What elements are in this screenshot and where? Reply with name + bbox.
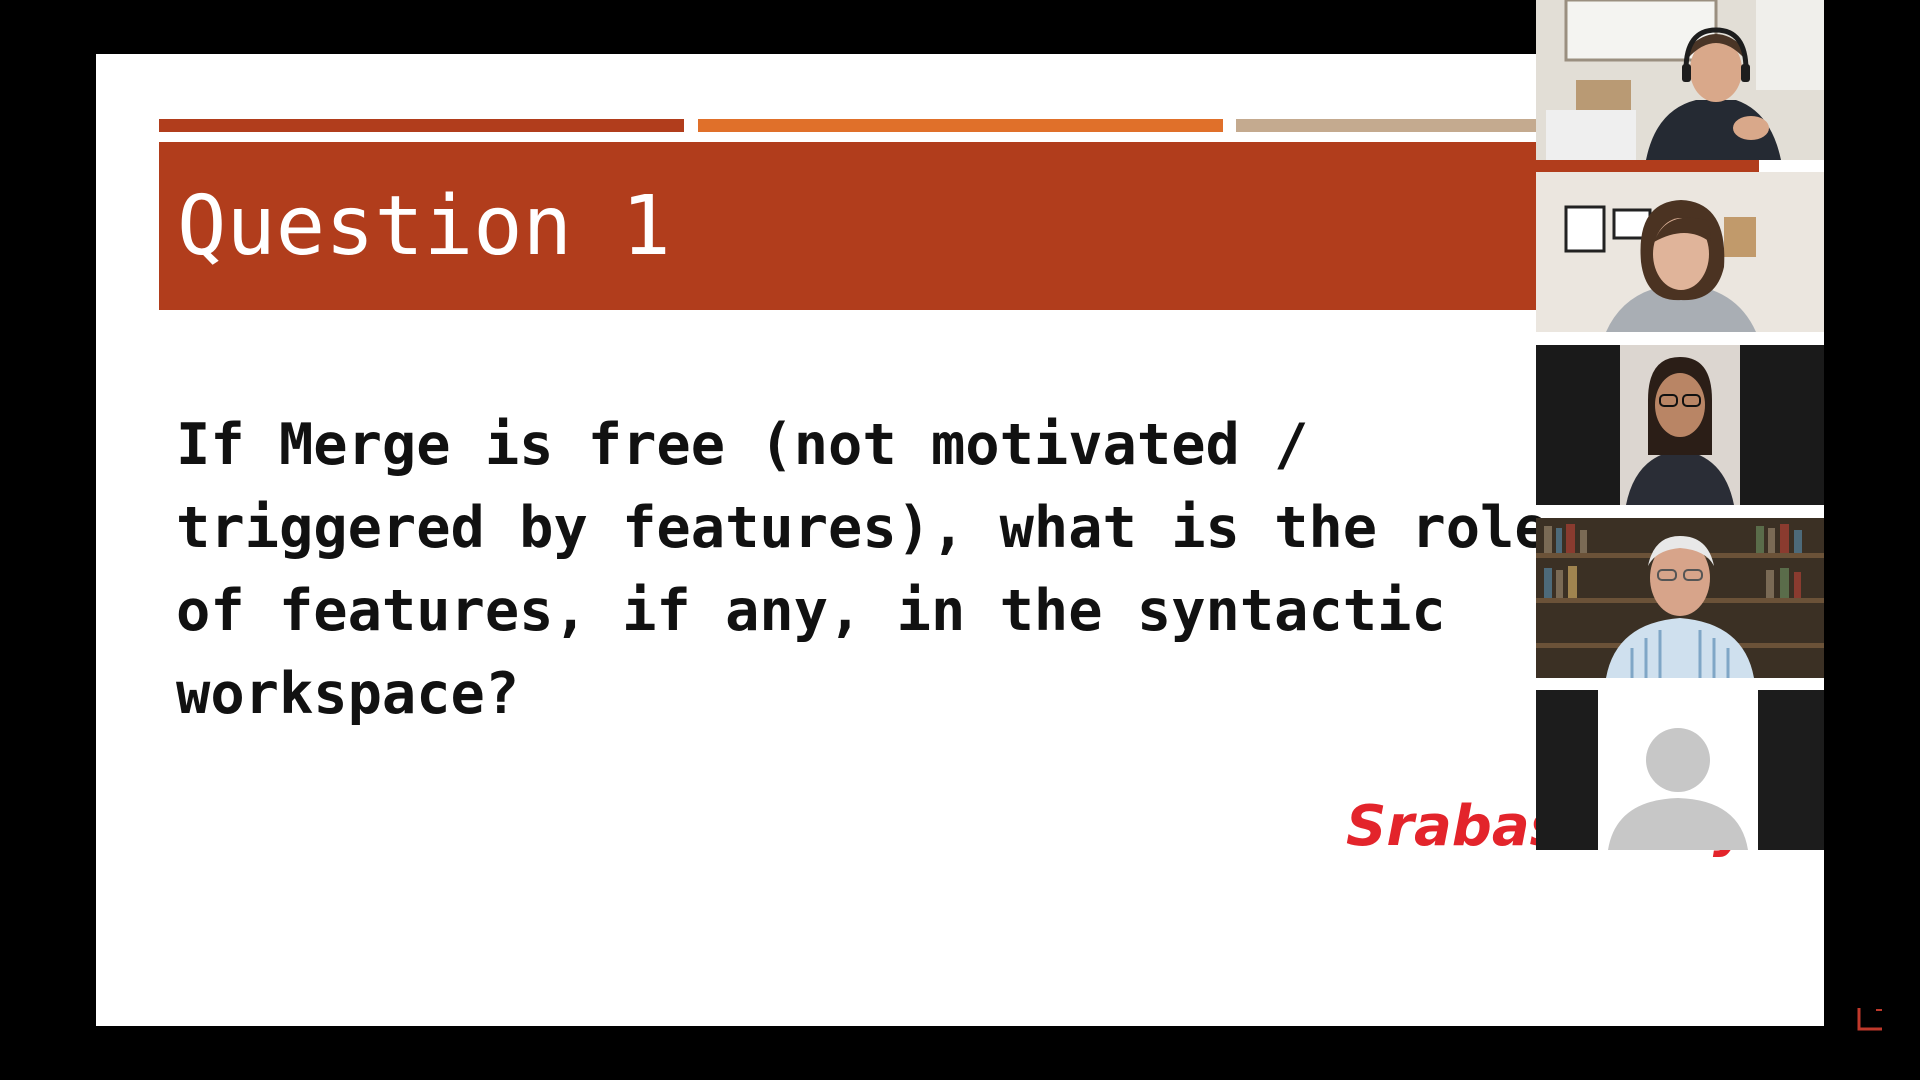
participant-avatar-5[interactable]: [1536, 690, 1824, 850]
participant-video-1[interactable]: [1536, 0, 1824, 160]
participant-video-4[interactable]: [1536, 518, 1824, 678]
title-band: Question 1: [159, 142, 1759, 310]
accent-bar-2: [698, 119, 1223, 132]
participant-gallery: [1536, 0, 1824, 850]
question-line-1: If Merge is free (not motivated /: [176, 412, 1309, 478]
question-line-2: triggered by features), what is the role: [176, 495, 1549, 561]
question-line-4: workspace?: [176, 661, 520, 727]
question-line-3: of features, if any, in the syntactic: [176, 578, 1446, 644]
participant-video-3[interactable]: [1536, 345, 1824, 505]
watermark-logo-icon: [1857, 1008, 1882, 1031]
participant-video-2[interactable]: [1536, 172, 1824, 332]
question-text: If Merge is free (not motivated / trigge…: [176, 404, 1676, 736]
slide-title: Question 1: [177, 179, 671, 274]
accent-bar-1: [159, 119, 684, 132]
